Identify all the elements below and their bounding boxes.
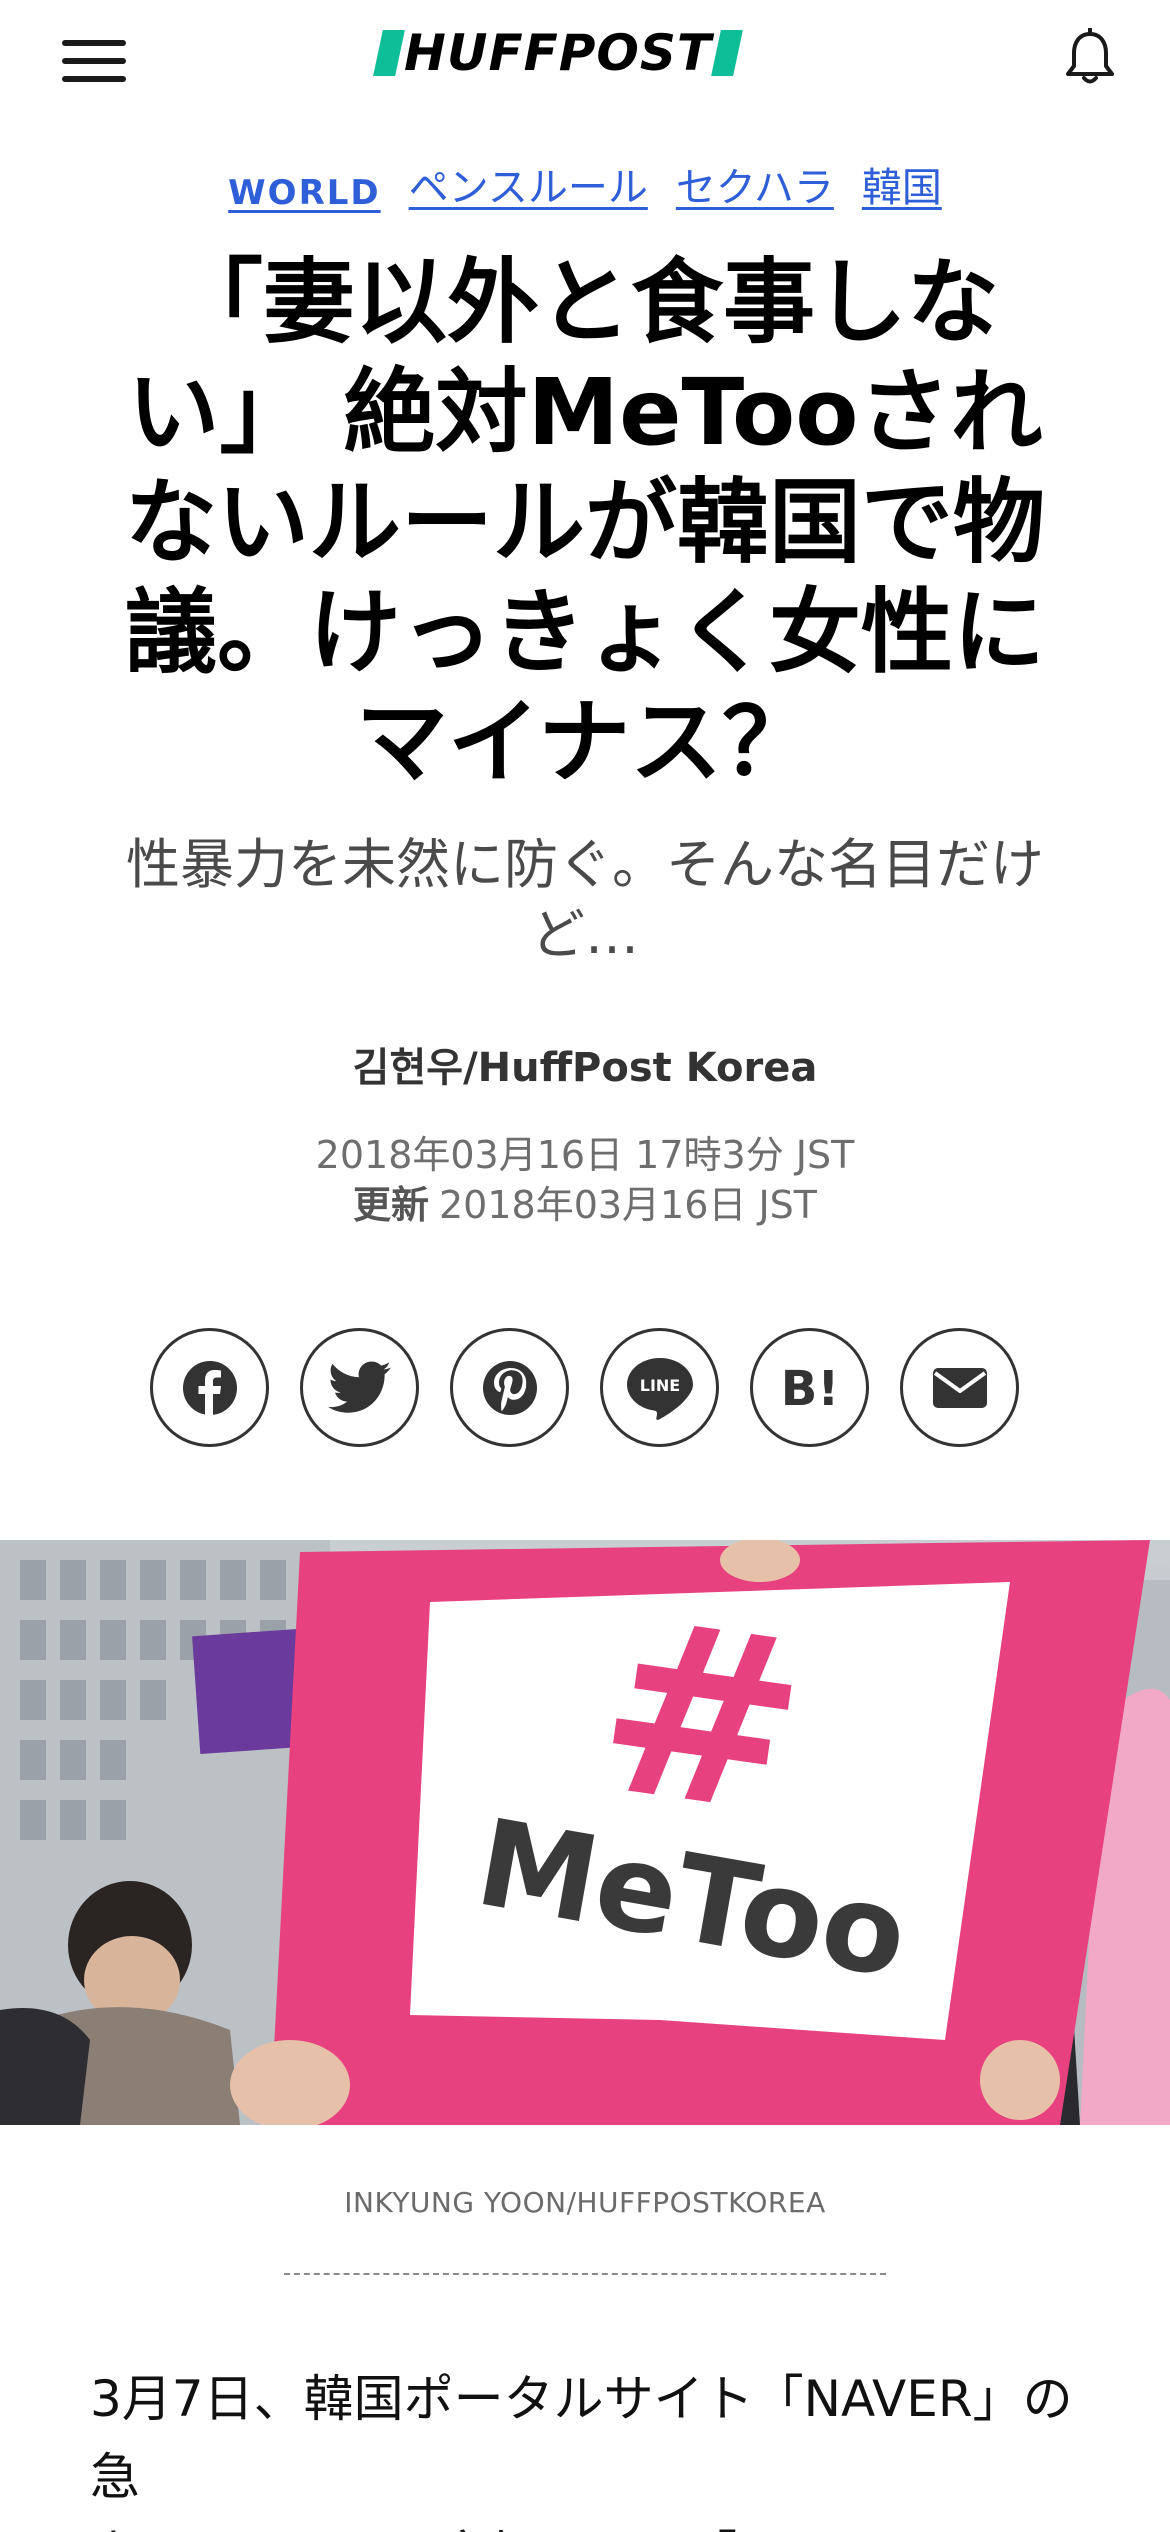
body-line: 3月7日、韓国ポータルサイト「NAVER」の急 (90, 2370, 1073, 2506)
article-hero-image[interactable]: # MeToo (0, 1540, 1170, 2125)
email-icon (932, 1367, 987, 1408)
line-icon: LINE (626, 1357, 693, 1420)
article-dates: 2018年03月16日 17時3分 JST 更新 2018年03月16日 JST (0, 1130, 1170, 1230)
share-bar: LINE B! (150, 1328, 1019, 1447)
hamburger-menu-icon[interactable] (58, 36, 130, 86)
top-header: HUFFPOST (0, 0, 1170, 120)
twitter-icon (327, 1361, 391, 1413)
share-hatena-button[interactable]: B! (750, 1328, 869, 1447)
pinterest-icon (482, 1360, 537, 1415)
article-tags: WORLD ペンスルール セクハラ 韓国 (0, 155, 1170, 213)
tag-korea[interactable]: 韓国 (862, 155, 942, 213)
tag-world[interactable]: WORLD (228, 173, 380, 213)
facebook-icon (182, 1360, 237, 1415)
article-subheadline: 性暴力を未然に防ぐ。そんな名目だけど… (126, 833, 1044, 966)
tag-pence-rule[interactable]: ペンスルール (409, 155, 648, 213)
image-caption: INKYUNG YOON/HUFFPOSTKOREA (344, 2186, 826, 2219)
article-body: 3月7日、韓国ポータルサイト「NAVER」の急 上昇ワードに、突如として「ペンス… (90, 2360, 1086, 2532)
share-line-button[interactable]: LINE (600, 1328, 719, 1447)
article-headline: 「妻以外と食事しない」 絶対MeTooされないルールが韓国で物議。けっきょく女性… (124, 249, 1045, 796)
tag-sexual-harassment[interactable]: セクハラ (676, 155, 834, 213)
updated-label: 更新 (352, 1183, 429, 1227)
share-pinterest-button[interactable] (450, 1328, 569, 1447)
logo-text: HUFFPOST (404, 24, 713, 82)
published-date: 2018年03月16日 17時3分 JST (315, 1133, 855, 1177)
updated-row: 更新 2018年03月16日 JST (0, 1180, 1170, 1230)
updated-date: 2018年03月16日 JST (438, 1183, 818, 1227)
bell-icon[interactable] (1062, 27, 1118, 88)
share-facebook-button[interactable] (150, 1328, 269, 1447)
body-line: 上昇ワードに、突如として「ペンスルール」 (90, 2516, 1086, 2532)
huffpost-logo[interactable]: HUFFPOST (373, 24, 743, 82)
hatena-bookmark-icon: B! (780, 1363, 838, 1413)
caption-divider (284, 2273, 886, 2275)
share-twitter-button[interactable] (300, 1328, 419, 1447)
share-email-button[interactable] (900, 1328, 1019, 1447)
hatena-label: B! (780, 1363, 838, 1413)
author-byline[interactable]: 김현우/HuffPost Korea (0, 1035, 1170, 1093)
line-icon-label: LINE (639, 1376, 679, 1395)
